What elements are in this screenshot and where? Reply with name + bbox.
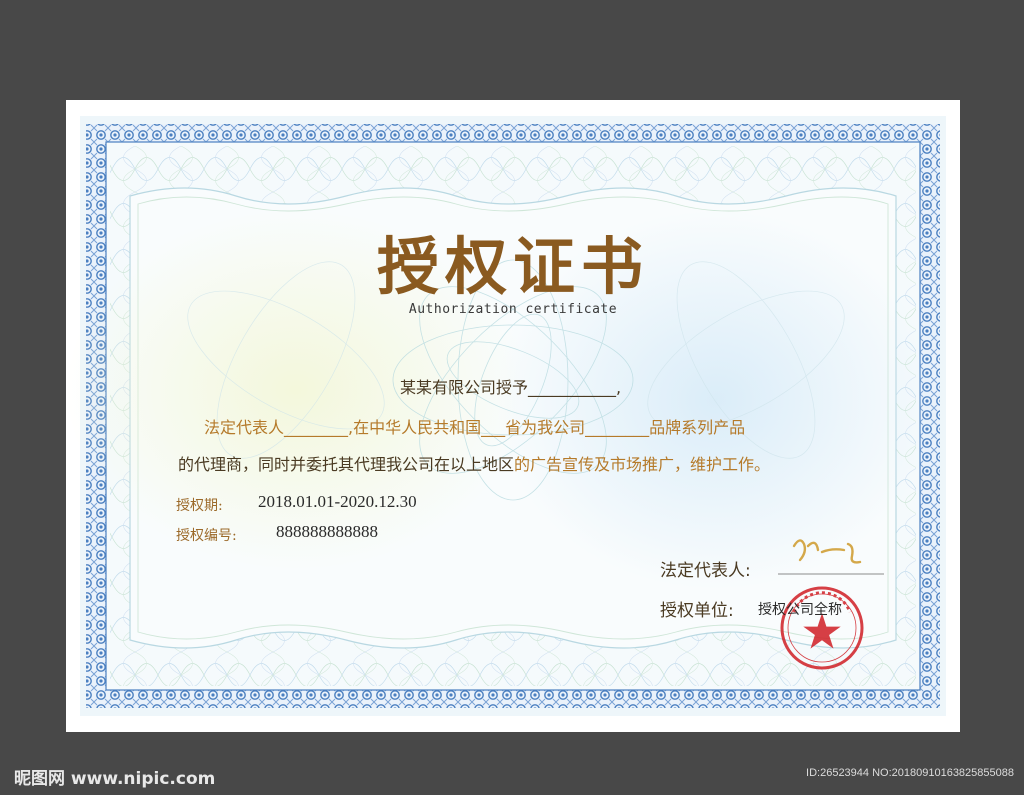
- certificate-title: 授权证书: [376, 230, 649, 303]
- certificate-subtitle: Authorization certificate: [408, 302, 618, 317]
- agent-line-end: 的广告宣传及市场推广，维护工作。: [514, 455, 771, 474]
- unit-label: 授权单位:: [660, 601, 734, 621]
- representative-label: 法定代表人:: [660, 561, 751, 581]
- representative-line: 法定代表人________,在中华人民共和国___省为我公司________品牌…: [204, 414, 745, 438]
- watermark-site: 昵图网 www.nipic.com: [14, 769, 216, 789]
- period-label: 授权期:: [176, 498, 223, 514]
- agent-line-start: 的代理商，同时并委托其代理我公司在以上地区: [178, 455, 515, 474]
- grant-line: 某某有限公司授予___________,: [400, 378, 622, 397]
- representative-line-main: 法定代表人________,在中华人民共和国___省为我公司________: [204, 418, 650, 437]
- number-label: 授权编号:: [176, 528, 237, 544]
- period-value: 2018.01.01-2020.12.30: [258, 492, 417, 511]
- brand-series-text: 品牌系列产品: [649, 418, 746, 437]
- agent-line: 的代理商，同时并委托其代理我公司在以上地区的广告宣传及市场推广，维护工作。: [178, 451, 770, 475]
- certificate: 授权证书 Authorization certificate 某某有限公司授予_…: [66, 100, 960, 732]
- unit-value: 授权公司全称: [758, 602, 842, 618]
- watermark-id: ID:26523944 NO:20180910163825855088: [806, 767, 1014, 779]
- number-value: 888888888888: [276, 522, 378, 541]
